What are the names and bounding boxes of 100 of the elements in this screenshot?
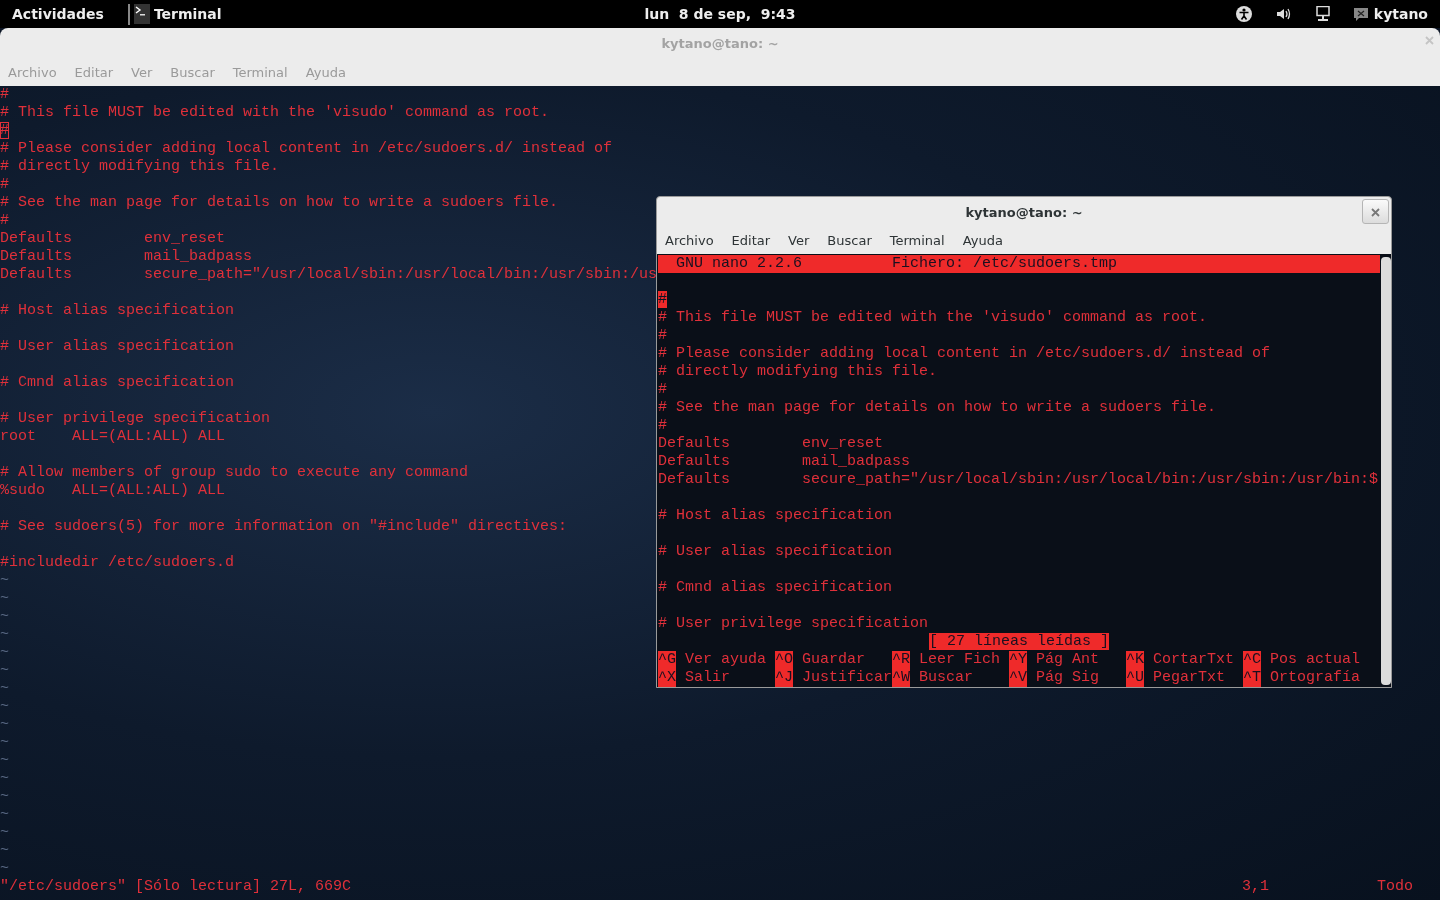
shortcut-label: Pág Sig [1036,669,1100,687]
code-line: # Please consider adding local content in /etc/sudoers.d/ instead of [658,345,1271,362]
code-line: #includedir /etc/sudoers.d [0,554,235,571]
code-line: # See the man page for details on how to write a sudoers file. [658,399,1217,416]
empty-line-marker: ~ [0,572,9,589]
code-line: # [0,176,9,193]
shortcut-key: ^T [1243,669,1262,687]
scroll-indicator: Todo [1377,878,1413,896]
menu-item[interactable]: Ver [788,231,810,251]
close-button[interactable] [1362,199,1389,224]
empty-line-marker: ~ [0,806,9,823]
shortcut-label: Justificar [802,669,893,687]
editor-header: GNU nano 2.2.6 Fichero: /etc/sudoers.tmp [658,255,1380,273]
empty-line-marker: ~ [0,662,9,679]
clock[interactable]: lun 8 de sep, 9:43 [644,5,796,22]
code-line: Defaults mail_badpass [0,248,253,265]
code-line: # See sudoers(5) for more information on "#include" directives: [0,518,568,535]
app-menu-label[interactable]: Terminal [153,3,222,25]
scrollbar[interactable] [1381,257,1391,685]
code-line: # User privilege specification [658,615,929,632]
menu-item[interactable]: Ayuda [962,231,1003,251]
status-message: [ 27 líneas leídas ] [929,633,1109,650]
shortcut-label: Leer Fich [919,651,1001,669]
cursor-position: 3,1 [1241,878,1269,896]
code-line: # This file MUST be edited with the 'visudo' command as root. [0,104,550,121]
code-line: # [0,86,9,103]
code-line: root ALL=(ALL:ALL) ALL [0,428,226,445]
empty-line-marker: ~ [0,626,9,643]
network-icon[interactable] [1315,6,1330,22]
shortcut-key: ^G [658,651,676,669]
accessibility-icon[interactable] [1235,6,1252,22]
menu-item[interactable]: Archivo [665,231,714,251]
shortcut-key: ^J [775,669,794,687]
empty-line-marker: ~ [0,788,9,805]
window-title: kytano@tano: ~ [661,35,779,54]
shortcut-label: Ortografía [1270,669,1361,687]
empty-line-marker: ~ [0,824,9,841]
code-line: %sudo ALL=(ALL:ALL) ALL [0,482,226,499]
empty-line-marker: ~ [0,590,9,607]
shortcut-key: ^R [892,651,911,669]
shortcut-label: CortarTxt [1153,651,1235,669]
empty-line-marker: ~ [0,842,9,859]
menu-item[interactable]: Buscar [827,231,872,251]
terminal-icon [133,4,150,24]
user-menu[interactable]: kytano [1373,3,1428,25]
activities-button[interactable]: Actividades [0,3,116,25]
empty-line-marker: ~ [0,860,9,877]
code-line: # User alias specification [658,543,893,560]
text-cursor: # [658,291,667,308]
code-line: # [658,417,667,434]
shortcut-label: Buscar [919,669,974,687]
empty-line-marker: ~ [0,644,9,661]
code-line: # directly modifying this file. [658,363,938,380]
shortcut-key: ^W [892,669,911,687]
menu-item[interactable]: Editar [731,231,771,251]
code-line: Defaults secure_path="/usr/local/sbin:/usr/local/bin:/usr/sbin:/usr/bin:$ [658,471,1379,488]
shortcut-key: ^X [658,669,676,687]
code-line: # Host alias specification [0,302,235,319]
code-line: # Cmnd alias specification [0,374,235,391]
empty-line-marker: ~ [0,752,9,769]
shortcut-key: ^C [1243,651,1262,669]
shortcut-label: PegarTxt [1153,669,1226,687]
code-line: # User privilege specification [0,410,271,427]
close-icon [1371,208,1380,217]
empty-line-marker: ~ [0,680,9,697]
code-line: # User alias specification [0,338,235,355]
shortcut-label: Salir [685,669,731,687]
code-line: # [0,212,9,229]
shortcut-label: Pág Ant [1036,651,1100,669]
code-line: Defaults secure_path="/usr/local/sbin:/usr/local/bin:/usr/sbin:/us [0,266,658,283]
shortcut-label: Ver ayuda [685,651,767,669]
code-line: # [658,327,667,344]
shortcut-label: Guardar [802,651,866,669]
empty-line-marker: ~ [0,770,9,787]
code-line: # This file MUST be edited with the 'visudo' command as root. [658,309,1208,326]
shortcut-label: Pos actual [1270,651,1361,669]
empty-line-marker: ~ [0,698,9,715]
empty-line-marker: ~ [0,608,9,625]
menu-item[interactable]: Terminal [889,231,945,251]
status-message: "/etc/sudoers" [Sólo lectura] 27L, 669C [0,878,352,896]
window-title: kytano@tano: ~ [965,203,1083,222]
shortcut-key: ^O [775,651,794,669]
code-line: # Cmnd alias specification [658,579,893,596]
shortcut-key: ^V [1009,669,1028,687]
empty-line-marker: ~ [0,716,9,733]
volume-icon[interactable] [1275,7,1292,21]
code-line: # directly modifying this file. [0,158,280,175]
chat-icon[interactable] [1353,7,1368,21]
code-line: # Please consider adding local content in /etc/sudoers.d/ instead of [0,140,613,157]
shortcut-key: ^U [1126,669,1145,687]
code-line: # Allow members of group sudo to execute any command [0,464,469,481]
code-line: # See the man page for details on how to write a sudoers file. [0,194,559,211]
shortcut-key: ^Y [1009,651,1028,669]
code-line: Defaults env_reset [658,435,884,452]
code-line: # [658,381,667,398]
shortcut-key: ^K [1126,651,1145,669]
code-line: Defaults env_reset [0,230,226,247]
code-line: Defaults mail_badpass [658,453,911,470]
code-line: # Host alias specification [658,507,893,524]
empty-line-marker: ~ [0,734,9,751]
